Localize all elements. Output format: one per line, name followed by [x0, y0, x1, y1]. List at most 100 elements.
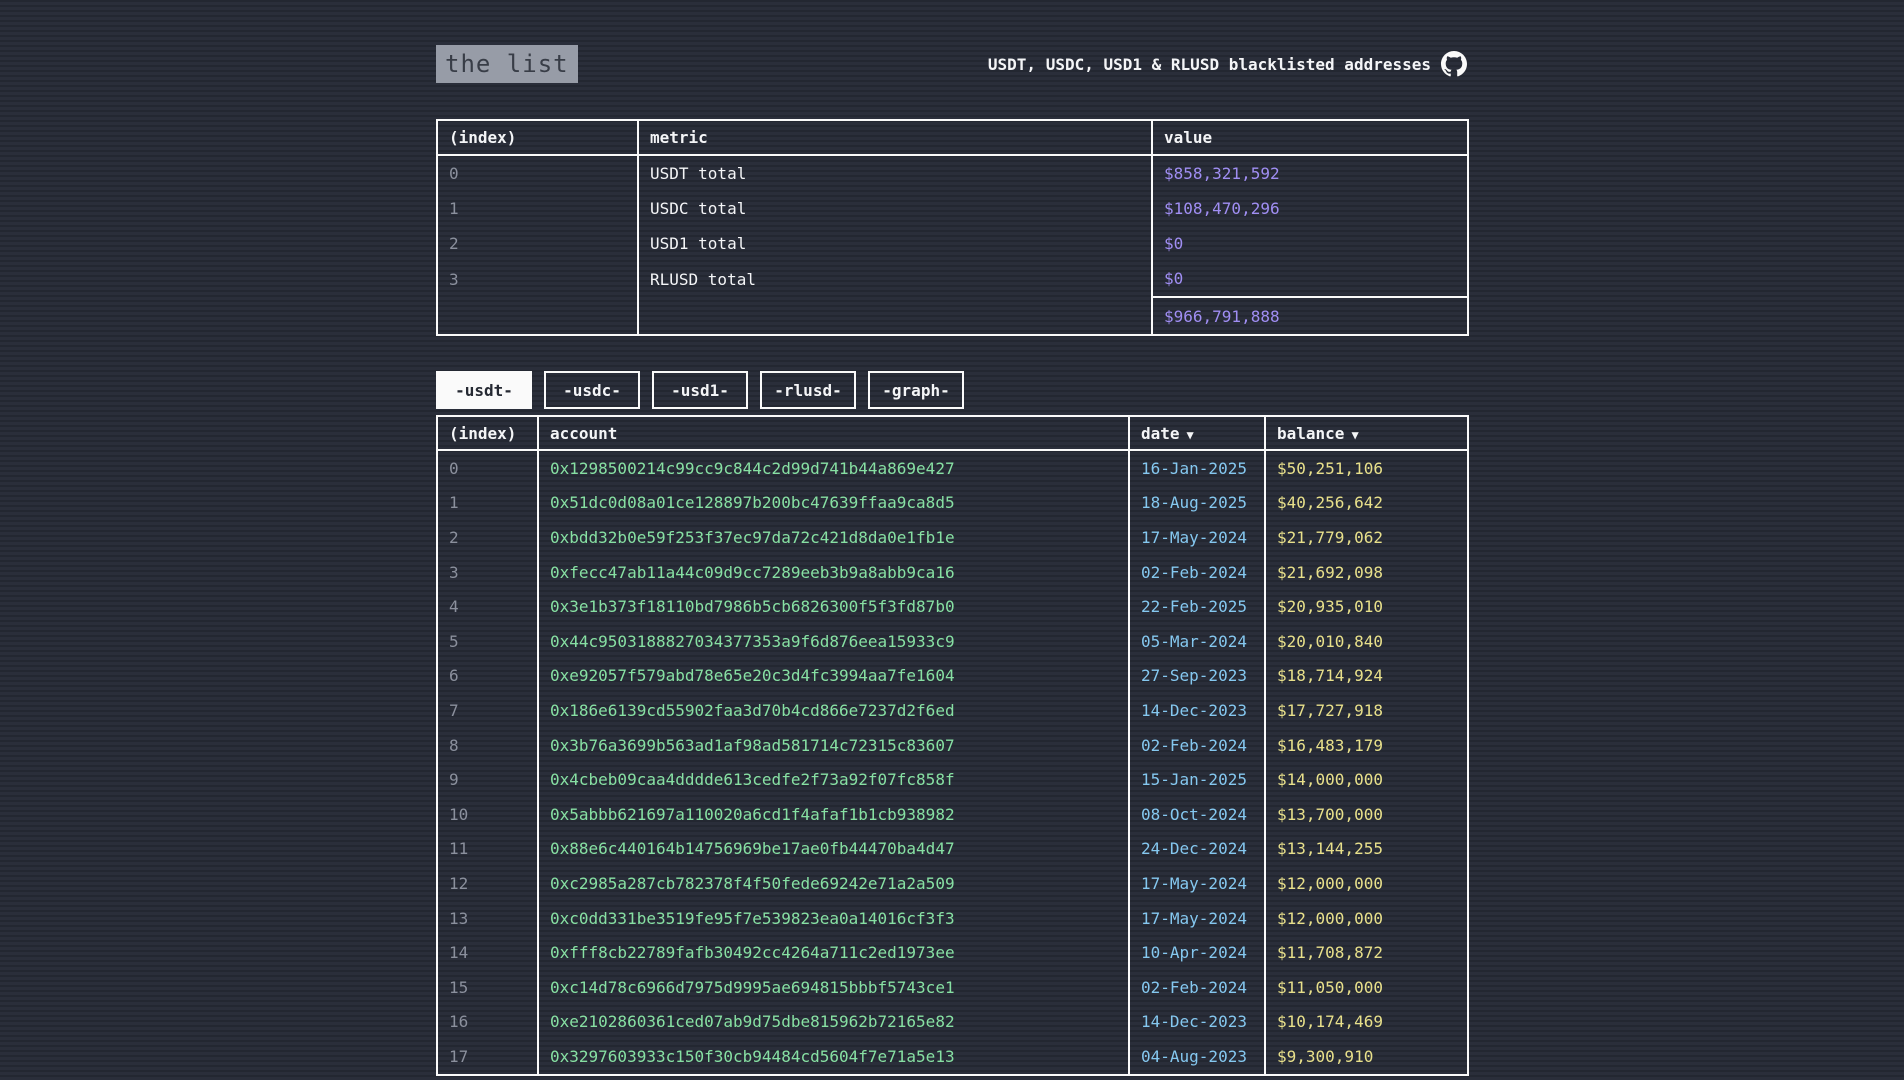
summary-row: 0USDT total$858,321,592: [437, 155, 1468, 191]
github-icon[interactable]: [1441, 51, 1467, 77]
account-address[interactable]: 0x186e6139cd55902faa3d70b4cd866e7237d2f6…: [538, 693, 1129, 728]
account-row: 00x1298500214c99cc9c844c2d99d741b44a869e…: [437, 450, 1468, 486]
account-address[interactable]: 0x3297603933c150f30cb94484cd5604f7e71a5e…: [538, 1039, 1129, 1075]
account-address[interactable]: 0x5abbb621697a110020a6cd1f4afaf1b1cb9389…: [538, 797, 1129, 832]
account-row-index: 11: [437, 832, 538, 867]
summary-col-value: value: [1152, 120, 1468, 155]
tab-usd1[interactable]: -usd1-: [652, 371, 748, 409]
account-row: 90x4cbeb09caa4dddde613cedfe2f73a92f07fc8…: [437, 762, 1468, 797]
account-row-index: 7: [437, 693, 538, 728]
account-row-index: 8: [437, 728, 538, 763]
account-row-index: 6: [437, 659, 538, 694]
accounts-col-account: account: [538, 416, 1129, 450]
account-address[interactable]: 0x3e1b373f18110bd7986b5cb6826300f5f3fd87…: [538, 589, 1129, 624]
account-row: 130xc0dd331be3519fe95f7e539823ea0a14016c…: [437, 901, 1468, 936]
account-date: 10-Apr-2024: [1129, 935, 1265, 970]
account-address[interactable]: 0xfff8cb22789fafb30492cc4264a711c2ed1973…: [538, 935, 1129, 970]
account-row: 20xbdd32b0e59f253f37ec97da72c421d8da0e1f…: [437, 520, 1468, 555]
summary-table: (index) metric value 0USDT total$858,321…: [436, 119, 1469, 336]
account-balance: $20,935,010: [1265, 589, 1468, 624]
summary-total-row: $966,791,888: [437, 297, 1468, 335]
account-address[interactable]: 0xc0dd331be3519fe95f7e539823ea0a14016cf3…: [538, 901, 1129, 936]
tab-usdt[interactable]: -usdt-: [436, 371, 532, 409]
account-date: 05-Mar-2024: [1129, 624, 1265, 659]
account-row: 40x3e1b373f18110bd7986b5cb6826300f5f3fd8…: [437, 589, 1468, 624]
account-date: 02-Feb-2024: [1129, 970, 1265, 1005]
summary-header-row: (index) metric value: [437, 120, 1468, 155]
tab-usdc[interactable]: -usdc-: [544, 371, 640, 409]
account-balance: $21,779,062: [1265, 520, 1468, 555]
account-address[interactable]: 0xe92057f579abd78e65e20c3d4fc3994aa7fe16…: [538, 659, 1129, 694]
summary-row-metric: USDT total: [638, 155, 1152, 191]
summary-total-value: $966,791,888: [1152, 297, 1468, 335]
summary-total-spacer-metric: [638, 297, 1152, 335]
account-row-index: 15: [437, 970, 538, 1005]
accounts-col-balance[interactable]: balance▼: [1265, 416, 1468, 450]
account-row-index: 14: [437, 935, 538, 970]
account-date: 14-Dec-2023: [1129, 1005, 1265, 1040]
summary-total-spacer-index: [437, 297, 638, 335]
account-row: 120xc2985a287cb782378f4f50fede69242e71a2…: [437, 866, 1468, 901]
account-row-index: 3: [437, 555, 538, 590]
account-address[interactable]: 0xe2102860361ced07ab9d75dbe815962b72165e…: [538, 1005, 1129, 1040]
account-balance: $21,692,098: [1265, 555, 1468, 590]
account-address[interactable]: 0x44c9503188827034377353a9f6d876eea15933…: [538, 624, 1129, 659]
accounts-table-body: 00x1298500214c99cc9c844c2d99d741b44a869e…: [437, 450, 1468, 1075]
summary-col-metric: metric: [638, 120, 1152, 155]
account-balance: $40,256,642: [1265, 486, 1468, 521]
account-address[interactable]: 0xc14d78c6966d7975d9995ae694815bbbf5743c…: [538, 970, 1129, 1005]
account-date: 14-Dec-2023: [1129, 693, 1265, 728]
account-row: 50x44c9503188827034377353a9f6d876eea1593…: [437, 624, 1468, 659]
tab-graph[interactable]: -graph-: [868, 371, 964, 409]
summary-row: 3RLUSD total$0: [437, 261, 1468, 297]
tab-rlusd[interactable]: -rlusd-: [760, 371, 856, 409]
account-address[interactable]: 0x1298500214c99cc9c844c2d99d741b44a869e4…: [538, 450, 1129, 486]
account-date: 17-May-2024: [1129, 901, 1265, 936]
summary-row-index: 3: [437, 261, 638, 297]
account-row-index: 13: [437, 901, 538, 936]
account-balance: $17,727,918: [1265, 693, 1468, 728]
account-balance: $13,700,000: [1265, 797, 1468, 832]
account-row-index: 0: [437, 450, 538, 486]
account-row: 70x186e6139cd55902faa3d70b4cd866e7237d2f…: [437, 693, 1468, 728]
account-address[interactable]: 0x4cbeb09caa4dddde613cedfe2f73a92f07fc85…: [538, 762, 1129, 797]
sort-desc-icon: ▼: [1187, 428, 1194, 442]
accounts-table: (index)accountdate▼balance▼ 00x129850021…: [436, 415, 1469, 1076]
account-row-index: 2: [437, 520, 538, 555]
topbar: the list USDT, USDC, USD1 & RLUSD blackl…: [436, 44, 1467, 84]
summary-row: 1USDC total$108,470,296: [437, 191, 1468, 226]
account-date: 16-Jan-2025: [1129, 450, 1265, 486]
account-balance: $11,708,872: [1265, 935, 1468, 970]
account-address[interactable]: 0x51dc0d08a01ce128897b200bc47639ffaa9ca8…: [538, 486, 1129, 521]
summary-row-metric: USDC total: [638, 191, 1152, 226]
account-row-index: 12: [437, 866, 538, 901]
account-row-index: 10: [437, 797, 538, 832]
accounts-col-date[interactable]: date▼: [1129, 416, 1265, 450]
account-date: 17-May-2024: [1129, 520, 1265, 555]
account-balance: $12,000,000: [1265, 866, 1468, 901]
summary-col-index: (index): [437, 120, 638, 155]
account-balance: $11,050,000: [1265, 970, 1468, 1005]
account-row-index: 16: [437, 1005, 538, 1040]
account-row: 160xe2102860361ced07ab9d75dbe815962b7216…: [437, 1005, 1468, 1040]
account-address[interactable]: 0x88e6c440164b14756969be17ae0fb44470ba4d…: [538, 832, 1129, 867]
account-address[interactable]: 0xc2985a287cb782378f4f50fede69242e71a2a5…: [538, 866, 1129, 901]
summary-row-value: $0: [1152, 226, 1468, 261]
account-row: 10x51dc0d08a01ce128897b200bc47639ffaa9ca…: [437, 486, 1468, 521]
account-date: 22-Feb-2025: [1129, 589, 1265, 624]
account-row-index: 17: [437, 1039, 538, 1075]
account-address[interactable]: 0xfecc47ab11a44c09d9cc7289eeb3b9a8abb9ca…: [538, 555, 1129, 590]
account-address[interactable]: 0xbdd32b0e59f253f37ec97da72c421d8da0e1fb…: [538, 520, 1129, 555]
account-balance: $13,144,255: [1265, 832, 1468, 867]
summary-row-metric: USD1 total: [638, 226, 1152, 261]
page-subtitle: USDT, USDC, USD1 & RLUSD blacklisted add…: [988, 55, 1431, 74]
account-date: 24-Dec-2024: [1129, 832, 1265, 867]
summary-table-body: 0USDT total$858,321,5921USDC total$108,4…: [437, 155, 1468, 297]
account-balance: $14,000,000: [1265, 762, 1468, 797]
account-balance: $20,010,840: [1265, 624, 1468, 659]
summary-row-index: 2: [437, 226, 638, 261]
account-balance: $16,483,179: [1265, 728, 1468, 763]
page-content: the list USDT, USDC, USD1 & RLUSD blackl…: [436, 0, 1467, 1076]
summary-row: 2USD1 total$0: [437, 226, 1468, 261]
account-address[interactable]: 0x3b76a3699b563ad1af98ad581714c72315c836…: [538, 728, 1129, 763]
